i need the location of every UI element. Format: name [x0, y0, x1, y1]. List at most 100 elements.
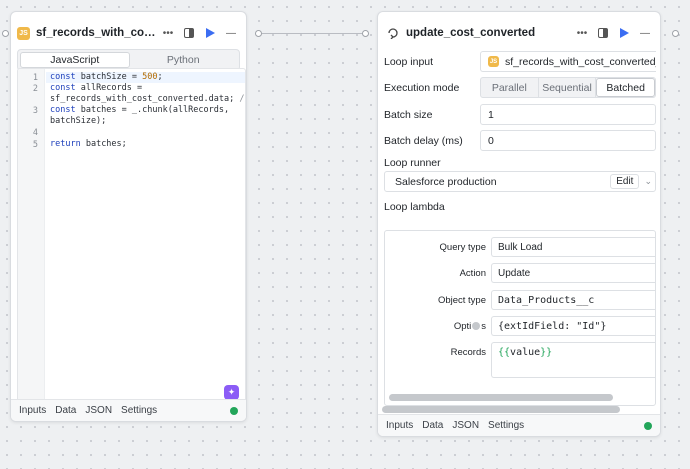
status-success-icon	[230, 406, 238, 415]
block-footer: Inputs Data JSON Settings	[11, 399, 246, 421]
object-type-label: Object type	[437, 294, 486, 306]
loop-input-label: Loop input	[384, 55, 434, 68]
batch-size-label: Batch size	[384, 108, 433, 121]
footer-tab-data[interactable]: Data	[55, 405, 76, 416]
batch-delay-label: Batch delay (ms)	[384, 134, 463, 147]
loop-runner-select[interactable]: Salesforce production Edit ⌄	[384, 171, 656, 192]
loop-runner-row: Salesforce production Edit ⌄	[384, 171, 656, 192]
batch-delay-input[interactable]: 0	[480, 130, 656, 151]
query-type-select[interactable]: Bulk Load	[491, 237, 655, 257]
loop-input-field[interactable]: JS sf_records_with_cost_converted_in_c	[480, 51, 656, 72]
execution-mode-sequential[interactable]: Sequential	[539, 78, 597, 97]
keyword: const	[50, 105, 76, 115]
template-brace-close: }}	[540, 347, 553, 358]
execution-mode-parallel[interactable]: Parallel	[481, 78, 539, 97]
action-row: Action Update	[385, 263, 655, 283]
footer-tab-settings[interactable]: Settings	[121, 405, 157, 416]
line-number: 5	[32, 140, 38, 150]
minimize-icon[interactable]: —	[222, 24, 240, 42]
loop-input-value: sf_records_with_cost_converted_in_c	[505, 55, 656, 68]
code-line-2: const allRecords =	[50, 83, 243, 94]
more-options-icon[interactable]: •••	[159, 24, 177, 42]
panel-toggle-icon[interactable]	[180, 24, 198, 42]
footer-tab-json[interactable]: JSON	[452, 420, 479, 431]
loop-lambda-panel: Query type Bulk Load Action Update Objec…	[384, 230, 656, 406]
code-line-3-wrap: batchSize);	[50, 116, 243, 127]
line-number: 2	[32, 84, 38, 94]
settings-icon[interactable]	[472, 321, 481, 330]
code-text: sf_records_with_cost_converted.data;	[50, 94, 235, 104]
execution-mode-row: Execution mode Parallel Sequential Batch…	[384, 77, 656, 98]
edit-button[interactable]: Edit	[610, 174, 640, 189]
options-label: Opti s	[385, 321, 491, 332]
code-text: batches;	[80, 139, 127, 149]
records-label: Records	[450, 347, 486, 358]
footer-tab-json[interactable]: JSON	[85, 405, 112, 416]
template-brace-open: {{	[498, 347, 511, 358]
code-text: batchSize =	[75, 72, 143, 82]
batch-size-row: Batch size 1	[384, 104, 656, 125]
loop-runner-value: Salesforce production	[395, 175, 497, 188]
loop-input-row: Loop input JS sf_records_with_cost_conve…	[384, 51, 656, 72]
line-number: 1	[32, 73, 38, 83]
execution-mode-selector: Parallel Sequential Batched	[480, 77, 656, 98]
object-type-input[interactable]: Data_Products__c	[491, 290, 655, 310]
number-literal: 500	[142, 72, 158, 82]
action-select[interactable]: Update	[491, 263, 655, 283]
javascript-icon: JS	[17, 26, 30, 40]
run-icon[interactable]	[615, 24, 633, 42]
execution-mode-label: Execution mode	[384, 81, 460, 94]
keyword: return	[50, 139, 81, 149]
action-label: Action	[459, 267, 486, 279]
connector-line	[262, 33, 362, 34]
block-horizontal-scrollbar[interactable]	[382, 406, 620, 413]
footer-tab-data[interactable]: Data	[422, 420, 443, 431]
code-comment: //	[239, 94, 245, 104]
code-text: batches = _.chunk(allRecords,	[75, 105, 230, 115]
footer-tab-inputs[interactable]: Inputs	[386, 420, 413, 431]
execution-mode-batched[interactable]: Batched	[596, 78, 655, 97]
line-gutter	[18, 69, 45, 406]
loop-block[interactable]: update_cost_converted ••• — Loop input J…	[377, 11, 661, 437]
footer-tab-inputs[interactable]: Inputs	[19, 405, 46, 416]
footer-tab-settings[interactable]: Settings	[488, 420, 524, 431]
block-title[interactable]: sf_records_with_cost_co...	[36, 27, 156, 39]
batch-delay-row: Batch delay (ms) 0	[384, 130, 656, 151]
code-line-5: return batches;	[50, 139, 243, 150]
records-row: Records {{value}}	[385, 342, 655, 378]
loop-lambda-label: Loop lambda	[384, 201, 445, 213]
more-options-icon[interactable]: •••	[573, 24, 591, 42]
code-editor[interactable]: 1 2 3 4 5 const batchSize = 500; const a…	[17, 68, 246, 407]
records-input[interactable]: {{value}}	[491, 342, 655, 378]
block-title[interactable]: update_cost_converted	[406, 27, 570, 39]
ai-assistant-icon[interactable]: ✦	[224, 385, 239, 400]
block-footer: Inputs Data JSON Settings	[378, 414, 660, 436]
connector-dot-mid-right[interactable]	[362, 30, 369, 37]
loop-block-header[interactable]: update_cost_converted ••• —	[378, 21, 660, 45]
code-block-header[interactable]: JS sf_records_with_cost_co... ••• —	[11, 21, 246, 45]
tab-python[interactable]: Python	[130, 52, 238, 68]
chevron-down-icon[interactable]: ⌄	[644, 176, 652, 187]
batch-size-input[interactable]: 1	[480, 104, 656, 125]
keyword: const	[50, 72, 76, 82]
status-success-icon	[644, 421, 652, 430]
minimize-icon[interactable]: —	[636, 24, 654, 42]
connector-dot-mid-left[interactable]	[255, 30, 262, 37]
keyword: const	[50, 83, 76, 93]
line-number: 3	[32, 106, 38, 116]
code-text: allRecords =	[75, 83, 143, 93]
options-input[interactable]: {extIdField: "Id"}	[491, 316, 655, 336]
lambda-horizontal-scrollbar[interactable]	[389, 394, 613, 401]
connector-dot-right[interactable]	[672, 30, 679, 37]
query-type-row: Query type Bulk Load	[385, 237, 655, 257]
loop-runner-label: Loop runner	[384, 157, 441, 169]
javascript-icon: JS	[488, 56, 499, 67]
loop-icon	[384, 24, 402, 42]
code-block[interactable]: JS sf_records_with_cost_co... ••• — Java…	[10, 11, 247, 422]
code-text: ;	[157, 72, 163, 82]
options-label-text: Opti	[453, 320, 472, 332]
connector-dot-left[interactable]	[2, 30, 9, 37]
tab-javascript[interactable]: JavaScript	[20, 52, 130, 68]
run-icon[interactable]	[201, 24, 219, 42]
panel-toggle-icon[interactable]	[594, 24, 612, 42]
